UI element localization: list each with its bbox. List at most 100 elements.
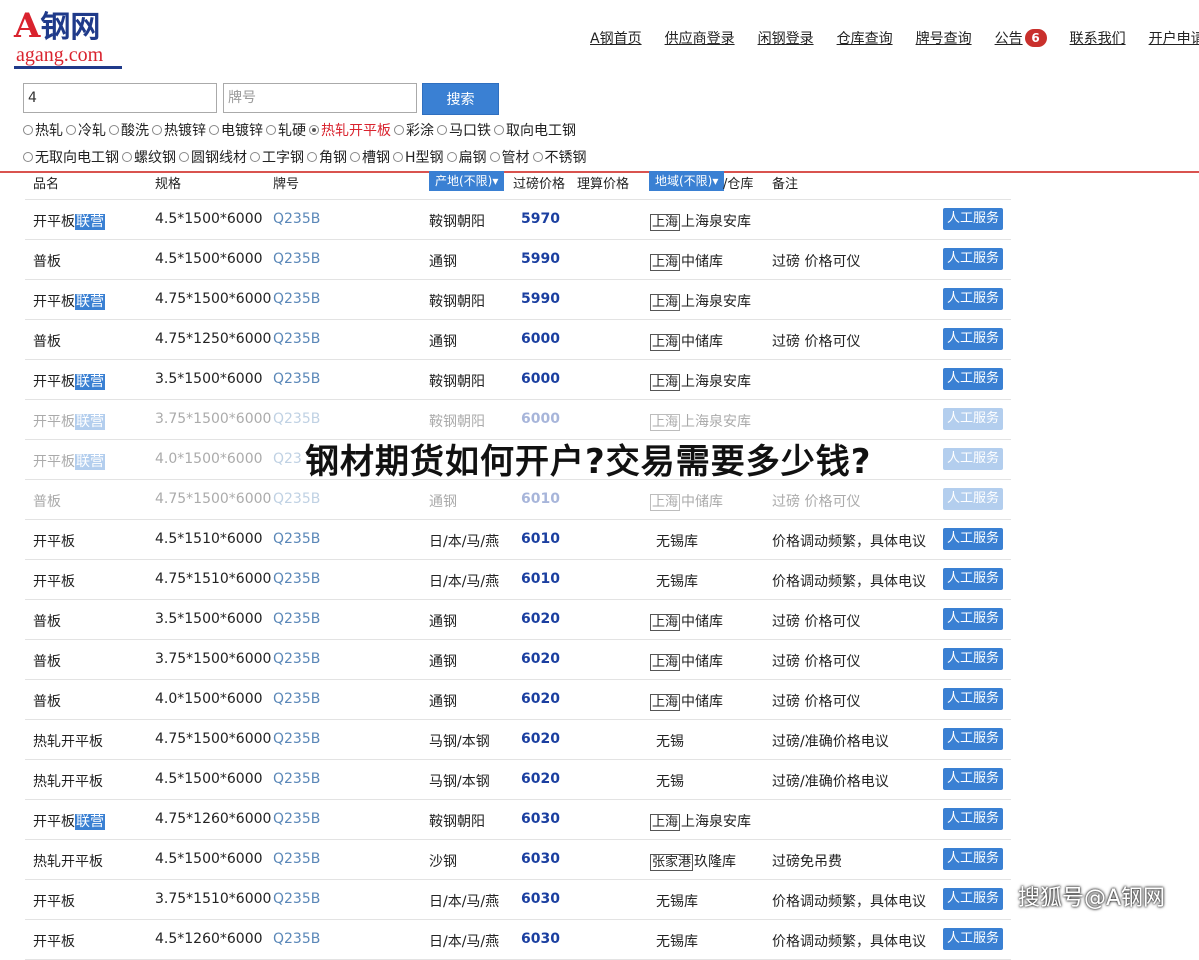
origin-filter-dropdown[interactable]: 产地(不限)▾ xyxy=(429,171,505,191)
manual-service-button[interactable]: 人工服务 xyxy=(943,688,1003,710)
nav-link-6[interactable]: 联系我们 xyxy=(1070,28,1126,48)
product-name: 开平板联营 xyxy=(33,451,105,471)
radio-icon xyxy=(350,152,360,162)
nav-link-5[interactable]: 公告 6 xyxy=(995,28,1047,48)
product-grade-link[interactable]: Q235B xyxy=(273,331,320,347)
category-radio[interactable]: 工字钢 xyxy=(250,147,304,167)
manual-service-button[interactable]: 人工服务 xyxy=(943,768,1003,790)
product-name: 开平板联营 xyxy=(33,371,105,391)
manual-service-button[interactable]: 人工服务 xyxy=(943,248,1003,270)
table-row: 开平板 4.5*1510*6000 Q235B 日/本/马/燕 6010 无锡库 价格调动频… xyxy=(25,520,1011,560)
category-radio[interactable]: 角钢 xyxy=(307,147,347,167)
manual-service-button[interactable]: 人工服务 xyxy=(943,448,1003,470)
manual-service-button[interactable]: 人工服务 xyxy=(943,888,1003,910)
product-grade-link[interactable]: Q235B xyxy=(273,811,320,827)
product-grade-link[interactable]: Q23 xyxy=(273,451,302,467)
category-label: 彩涂 xyxy=(406,123,434,139)
product-name: 开平板联营 xyxy=(33,291,105,311)
site-logo[interactable]: A钢网 agang.com xyxy=(14,8,122,69)
product-origin: 鞍钢朝阳 xyxy=(429,214,485,230)
product-grade-link[interactable]: Q235B xyxy=(273,531,320,547)
product-grade-link[interactable]: Q235B xyxy=(273,731,320,747)
product-price: 6030 xyxy=(521,891,560,907)
manual-service-button[interactable]: 人工服务 xyxy=(943,368,1003,390)
nav-link-7[interactable]: 开户申请 xyxy=(1149,28,1199,48)
category-radio[interactable]: 热轧 xyxy=(23,120,63,140)
product-origin: 鞍钢朝阳 xyxy=(429,414,485,430)
nav-link-2[interactable]: 闲钢登录 xyxy=(758,28,814,48)
product-grade-link[interactable]: Q235B xyxy=(273,291,320,307)
col-name: 品名 xyxy=(33,177,60,192)
manual-service-button[interactable]: 人工服务 xyxy=(943,288,1003,310)
product-grade-link[interactable]: Q235B xyxy=(273,411,320,427)
nav-link-3[interactable]: 仓库查询 xyxy=(837,28,893,48)
product-grade-link[interactable]: Q235B xyxy=(273,771,320,787)
manual-service-button[interactable]: 人工服务 xyxy=(943,848,1003,870)
nav-link-1[interactable]: 供应商登录 xyxy=(665,28,735,48)
joint-tag: 联营 xyxy=(75,294,105,310)
overlay-title: 钢材期货如何开户?交易需要多少钱? xyxy=(305,442,872,482)
manual-service-button[interactable]: 人工服务 xyxy=(943,488,1003,510)
product-grade-link[interactable]: Q235B xyxy=(273,491,320,507)
category-radio[interactable]: 电镀锌 xyxy=(209,120,263,140)
region-filter-dropdown[interactable]: 地域(不限)▾ xyxy=(649,171,725,191)
product-grade-link[interactable]: Q235B xyxy=(273,611,320,627)
category-label: 螺纹钢 xyxy=(134,150,176,166)
category-radio[interactable]: 圆钢线材 xyxy=(179,147,247,167)
product-grade-link[interactable]: Q235B xyxy=(273,211,320,227)
product-price: 6010 xyxy=(521,571,560,587)
radio-icon xyxy=(109,125,119,135)
category-radio[interactable]: 彩涂 xyxy=(394,120,434,140)
manual-service-button[interactable]: 人工服务 xyxy=(943,528,1003,550)
radio-icon xyxy=(66,125,76,135)
nav-link-0[interactable]: A钢首页 xyxy=(590,28,642,48)
manual-service-button[interactable]: 人工服务 xyxy=(943,568,1003,590)
product-grade-link[interactable]: Q235B xyxy=(273,371,320,387)
category-radio[interactable]: 螺纹钢 xyxy=(122,147,176,167)
manual-service-button[interactable]: 人工服务 xyxy=(943,648,1003,670)
category-radio[interactable]: H型钢 xyxy=(393,147,444,167)
manual-service-button[interactable]: 人工服务 xyxy=(943,328,1003,350)
category-radio[interactable]: 管材 xyxy=(489,147,530,167)
category-radio[interactable]: 马口铁 xyxy=(437,120,491,140)
product-price: 6000 xyxy=(521,371,560,387)
product-grade-link[interactable]: Q235B xyxy=(273,691,320,707)
category-radio[interactable]: 轧硬 xyxy=(266,120,306,140)
nav-link-4[interactable]: 牌号查询 xyxy=(916,28,972,48)
radio-icon xyxy=(309,125,319,135)
warehouse-name: 中储库 xyxy=(681,694,724,710)
region-tag: 上海 xyxy=(650,254,681,271)
grade-search-input[interactable] xyxy=(223,83,417,113)
region-tag: 上海 xyxy=(650,214,681,231)
category-radio[interactable]: 冷轧 xyxy=(66,120,106,140)
product-grade-link[interactable]: Q235B xyxy=(273,251,320,267)
product-grade-link[interactable]: Q235B xyxy=(273,571,320,587)
category-radio[interactable]: 槽钢 xyxy=(350,147,390,167)
category-radio[interactable]: 无取向电工钢 xyxy=(23,147,119,167)
search-button[interactable]: 搜索 xyxy=(422,83,499,115)
joint-tag: 联营 xyxy=(75,414,105,430)
manual-service-button[interactable]: 人工服务 xyxy=(943,928,1003,950)
category-radio[interactable]: 热轧开平板 xyxy=(309,120,391,140)
product-grade-link[interactable]: Q235B xyxy=(273,651,320,667)
spec-search-input[interactable] xyxy=(23,83,217,113)
product-name: 热轧开平板 xyxy=(33,731,103,751)
product-note: 过磅/准确价格电议 xyxy=(772,774,889,790)
warehouse-name: 中储库 xyxy=(681,334,724,350)
category-radio[interactable]: 扁钢 xyxy=(446,147,487,167)
category-radio[interactable]: 取向电工钢 xyxy=(494,120,576,140)
product-grade-link[interactable]: Q235B xyxy=(273,851,320,867)
product-note: 过磅 价格可仪 xyxy=(772,494,861,510)
category-radio[interactable]: 不锈钢 xyxy=(532,147,587,167)
manual-service-button[interactable]: 人工服务 xyxy=(943,808,1003,830)
category-radio[interactable]: 热镀锌 xyxy=(152,120,206,140)
manual-service-button[interactable]: 人工服务 xyxy=(943,608,1003,630)
manual-service-button[interactable]: 人工服务 xyxy=(943,728,1003,750)
category-radio[interactable]: 酸洗 xyxy=(109,120,149,140)
product-grade-link[interactable]: Q235B xyxy=(273,891,320,907)
product-grade-link[interactable]: Q235B xyxy=(273,931,320,947)
radio-icon xyxy=(266,125,276,135)
product-spec: 4.75*1510*6000 xyxy=(155,571,272,587)
manual-service-button[interactable]: 人工服务 xyxy=(943,408,1003,430)
manual-service-button[interactable]: 人工服务 xyxy=(943,208,1003,230)
